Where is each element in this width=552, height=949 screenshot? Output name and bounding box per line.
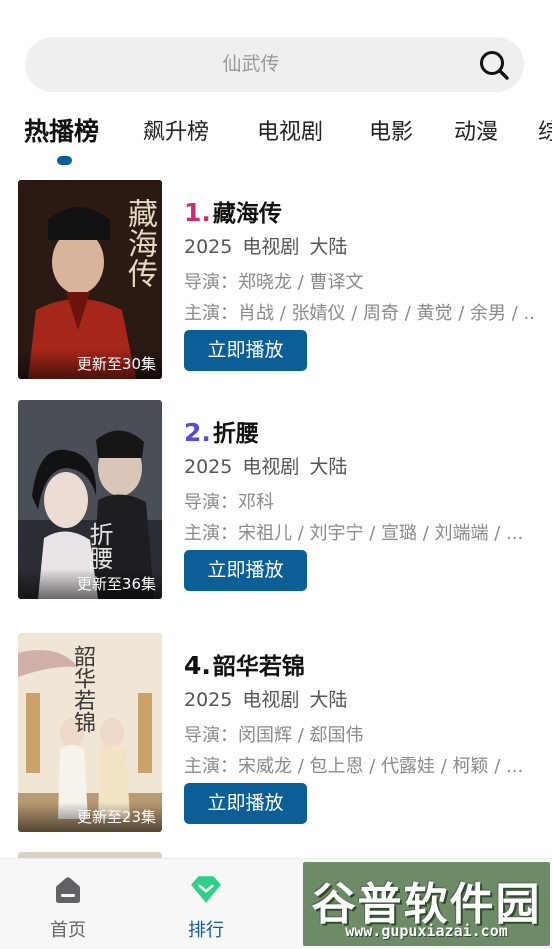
- item-meta: 2025 电视剧 大陆: [184, 236, 348, 258]
- play-button[interactable]: 立即播放: [184, 330, 307, 371]
- rank-number: 4.: [184, 651, 211, 680]
- poster-calligraphy: 折腰: [85, 522, 113, 570]
- list-item[interactable]: 韶华若锦 更新至23集 4.韶华若锦 2025 电视剧 大陆 导演：闵国辉 / …: [0, 633, 552, 833]
- nav-home[interactable]: 首页: [28, 859, 108, 949]
- poster-calligraphy: 韶华若锦: [70, 645, 95, 733]
- item-director: 导演：郑晓龙 / 曹译文: [184, 272, 364, 293]
- ranking-diamond-icon: [191, 876, 221, 903]
- play-button[interactable]: 立即播放: [184, 550, 307, 591]
- nav-ranking[interactable]: 排行: [166, 859, 246, 949]
- rank-number: 2.: [184, 418, 211, 447]
- poster-calligraphy: 藏海传: [122, 198, 157, 288]
- item-meta: 2025 电视剧 大陆: [184, 689, 348, 711]
- list-item[interactable]: 折腰 更新至36集 2.折腰 2025 电视剧 大陆 导演：邓科 主演：宋祖儿 …: [0, 400, 552, 600]
- item-cast: 主演：宋威龙 / 包上恩 / 代露娃 / 柯颖 / ...: [184, 756, 524, 777]
- item-title: 折腰: [212, 421, 259, 447]
- watermark-url: www.gupuxiazai.com: [345, 922, 508, 940]
- item-cast: 主演：肖战 / 张婧仪 / 周奇 / 黄觉 / 余男 / ...: [184, 303, 534, 324]
- item-title-row[interactable]: 2.折腰: [184, 414, 259, 448]
- item-title: 藏海传: [212, 201, 282, 227]
- nav-home-label: 首页: [50, 920, 86, 941]
- home-icon: [56, 877, 80, 903]
- episode-badge: 更新至36集: [18, 569, 162, 599]
- item-title-row[interactable]: 4.韶华若锦: [184, 647, 305, 681]
- poster-image[interactable]: 韶华若锦 更新至23集: [18, 633, 162, 832]
- nav-ranking-label: 排行: [188, 920, 224, 941]
- poster-image[interactable]: 折腰 更新至36集: [18, 400, 162, 599]
- episode-badge: 更新至23集: [18, 802, 162, 832]
- item-meta: 2025 电视剧 大陆: [184, 456, 348, 478]
- episode-badge: 更新至30集: [18, 349, 162, 379]
- list-item[interactable]: 藏海传 更新至30集 1.藏海传 2025 电视剧 大陆 导演：郑晓龙 / 曹译…: [0, 180, 552, 380]
- item-director: 导演：邓科: [184, 492, 274, 513]
- item-cast: 主演：宋祖儿 / 刘宇宁 / 宣璐 / 刘端端 / ...: [184, 523, 524, 544]
- rank-number: 1.: [184, 198, 211, 227]
- poster-image[interactable]: 藏海传 更新至30集: [18, 180, 162, 379]
- play-button[interactable]: 立即播放: [184, 783, 307, 824]
- item-director: 导演：闵国辉 / 郄国伟: [184, 725, 364, 746]
- watermark-logo: 谷普软件园 www.gupuxiazai.com: [303, 862, 550, 946]
- item-title-row[interactable]: 1.藏海传: [184, 194, 282, 228]
- ranking-list: 藏海传 更新至30集 1.藏海传 2025 电视剧 大陆 导演：郑晓龙 / 曹译…: [0, 0, 552, 949]
- item-title: 韶华若锦: [212, 654, 305, 680]
